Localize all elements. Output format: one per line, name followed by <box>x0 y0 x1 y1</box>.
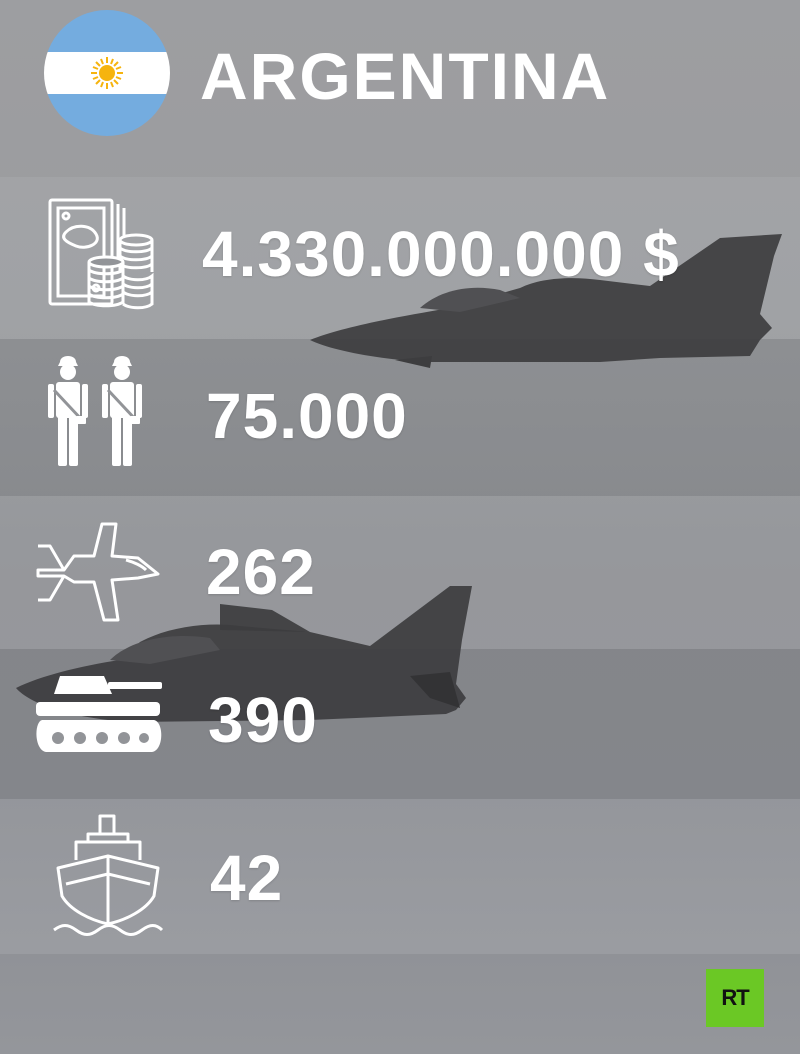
tanks-value: 390 <box>208 684 318 756</box>
country-title: ARGENTINA <box>200 39 611 113</box>
fighter-jet-icon <box>36 522 160 622</box>
aircraft-value: 262 <box>206 536 316 608</box>
rt-logo: RT <box>706 969 764 1027</box>
tank-icon <box>36 676 162 752</box>
soldiers-icon <box>48 356 142 466</box>
money-coins-icon <box>48 198 154 310</box>
argentina-flag-icon <box>44 10 170 136</box>
budget-value: 4.330.000.000 $ <box>202 218 680 290</box>
personnel-value: 75.000 <box>206 380 408 452</box>
ships-value: 42 <box>210 842 284 914</box>
footer-band <box>0 954 800 1054</box>
ship-icon <box>53 814 164 936</box>
